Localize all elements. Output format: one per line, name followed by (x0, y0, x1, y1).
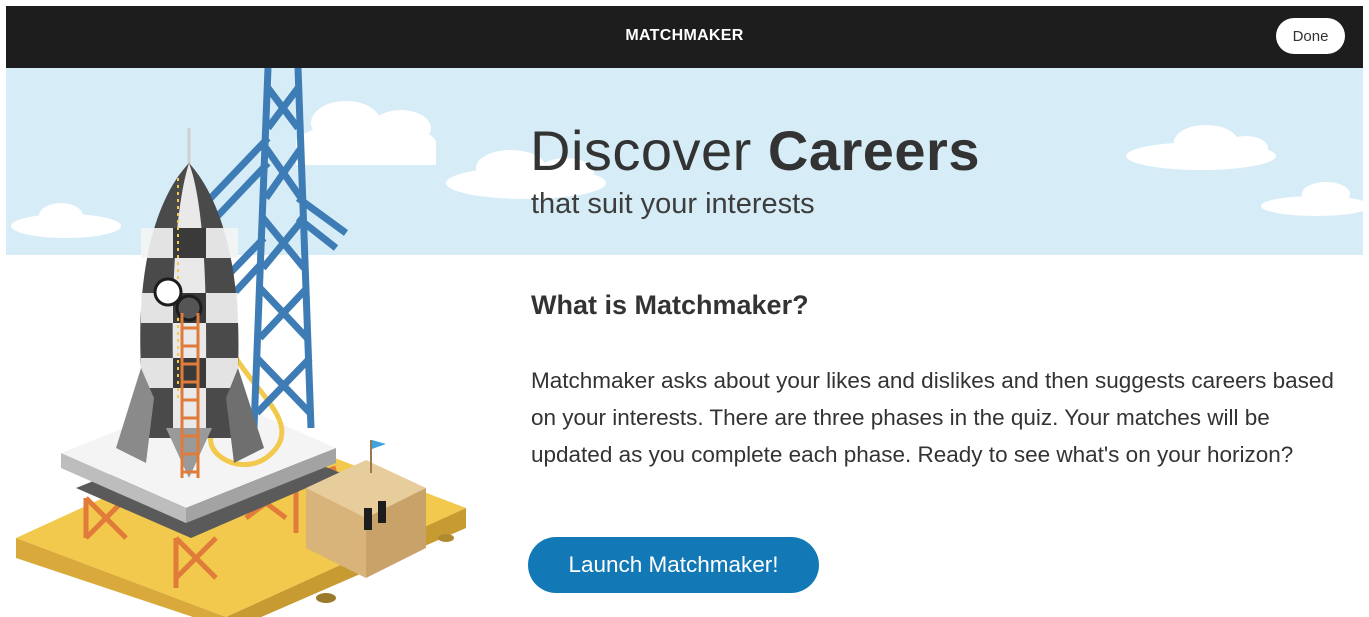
matchmaker-window: MATCHMAKER Done Discover Careers that su… (6, 6, 1363, 617)
hero-subheadline: that suit your interests (531, 188, 815, 220)
app-title: MATCHMAKER (625, 27, 744, 44)
done-button[interactable]: Done (1276, 18, 1345, 54)
pebble (316, 593, 336, 603)
rocket (116, 128, 264, 478)
hero-headline: Discover Careers (530, 118, 980, 183)
cloud (1261, 182, 1363, 216)
headline-light: Discover (530, 119, 768, 182)
intro-title: What is Matchmaker? (531, 290, 809, 320)
pebble (438, 534, 454, 542)
top-bar: MATCHMAKER Done (6, 6, 1363, 68)
headline-bold: Careers (767, 119, 980, 182)
cloud (1126, 125, 1276, 170)
launch-matchmaker-button[interactable]: Launch Matchmaker! (528, 537, 819, 593)
intro-paragraph: Matchmaker asks about your likes and dis… (531, 368, 1334, 467)
porthole (153, 277, 183, 307)
rocket-launchpad-illustration (16, 68, 466, 617)
flag-icon (372, 440, 386, 449)
